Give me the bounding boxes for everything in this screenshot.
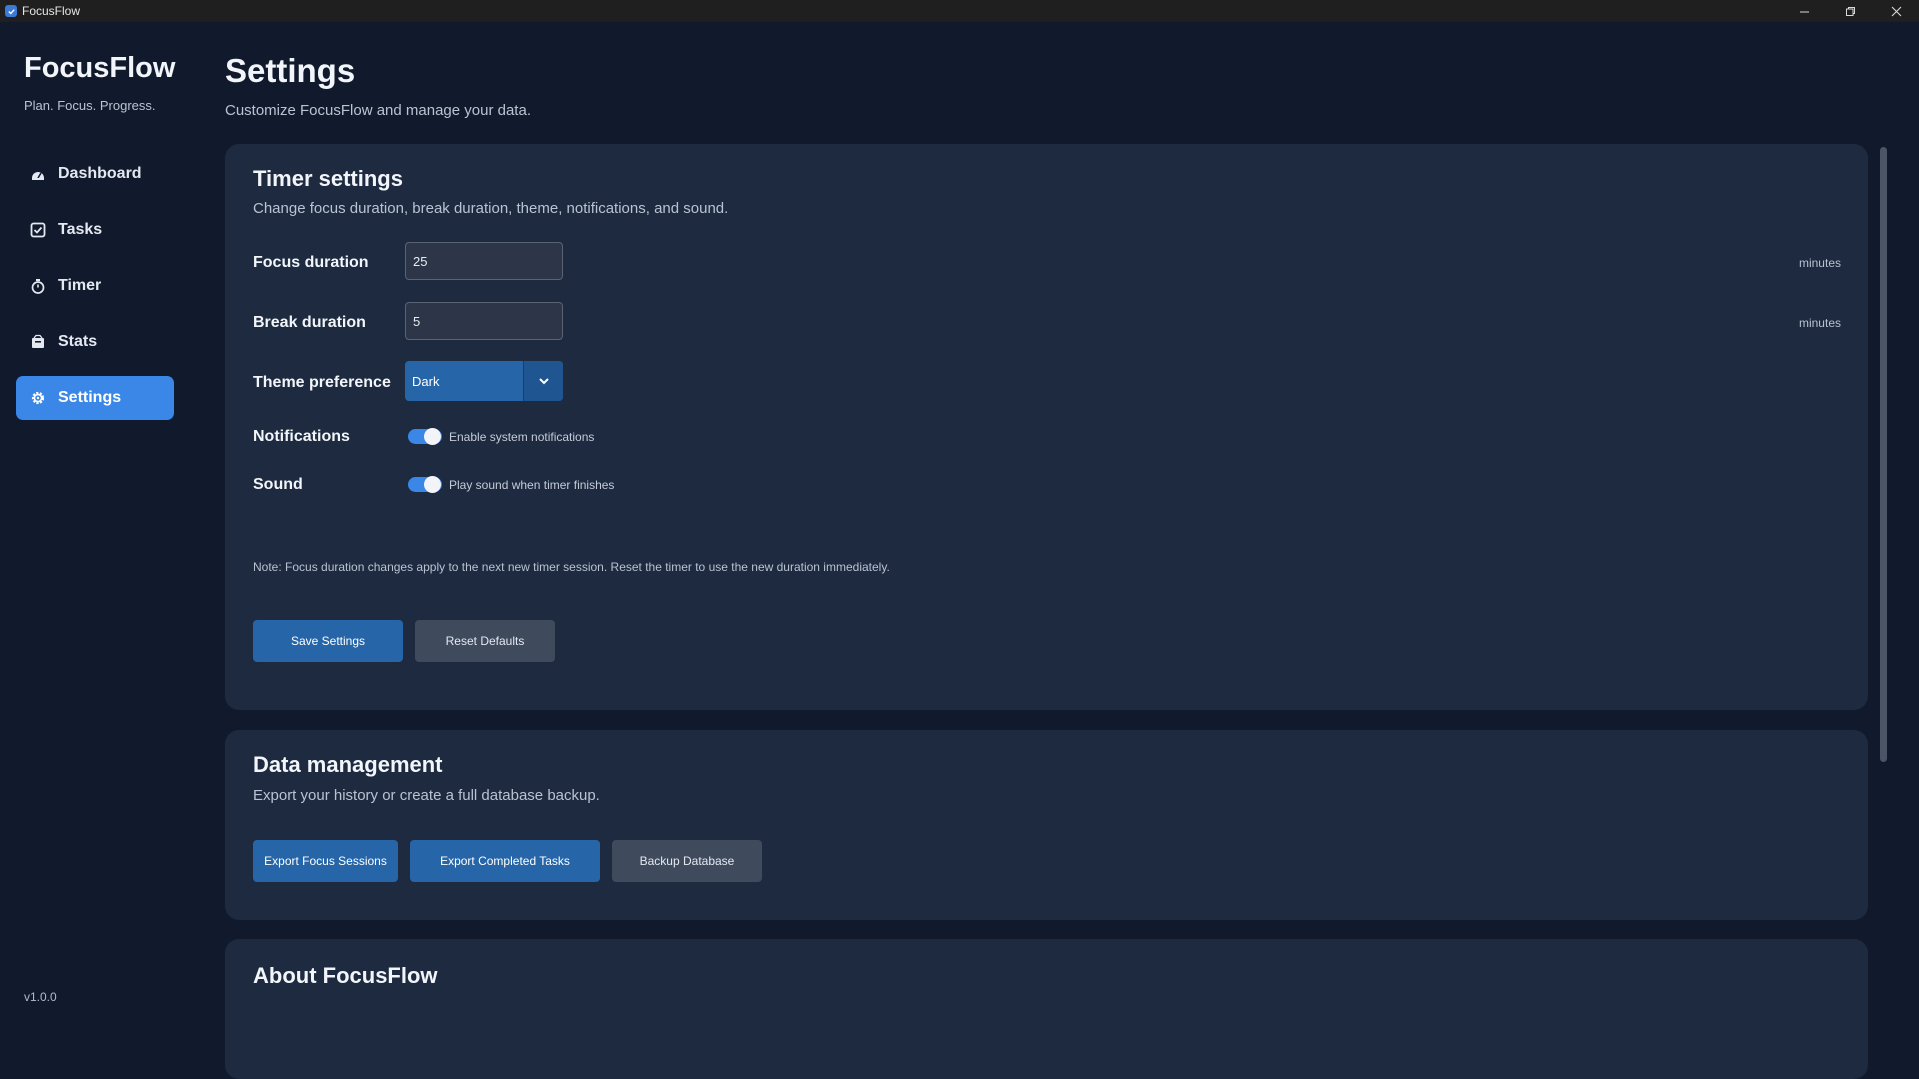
toggle-knob [424, 428, 441, 445]
window-title: FocusFlow [22, 4, 81, 18]
sidebar-item-stats[interactable]: Stats [16, 320, 174, 364]
sound-toggle-text: Play sound when timer finishes [449, 477, 615, 492]
theme-select-dropdown-button[interactable] [523, 361, 563, 401]
export-completed-tasks-button[interactable]: Export Completed Tasks [410, 840, 600, 882]
reset-defaults-button[interactable]: Reset Defaults [415, 620, 555, 662]
checkbox-icon [30, 222, 46, 238]
focus-duration-unit: minutes [1798, 256, 1841, 270]
notifications-toggle[interactable] [408, 428, 442, 445]
backup-database-button[interactable]: Backup Database [612, 840, 762, 882]
sidebar-nav: Dashboard Tasks Timer Stats Settings [16, 152, 174, 432]
app-logo-icon [5, 5, 17, 17]
sound-toggle-row: Play sound when timer finishes [408, 476, 615, 493]
sidebar-item-timer[interactable]: Timer [16, 264, 174, 308]
break-duration-label: Break duration [253, 314, 366, 331]
title-bar: FocusFlow [0, 0, 1919, 22]
save-settings-button[interactable]: Save Settings [253, 620, 403, 662]
sound-toggle[interactable] [408, 476, 442, 493]
sidebar-item-label: Tasks [58, 221, 103, 238]
sidebar-item-label: Dashboard [58, 165, 142, 182]
restore-icon [1845, 6, 1855, 16]
toggle-knob [424, 476, 441, 493]
dashboard-icon [30, 166, 46, 182]
version-label: v1.0.0 [24, 990, 57, 1004]
about-card: About FocusFlow [225, 939, 1868, 1079]
brand-tagline: Plan. Focus. Progress. [24, 98, 156, 113]
theme-select-value: Dark [412, 373, 440, 389]
brand-title: FocusFlow [24, 52, 176, 84]
notifications-toggle-row: Enable system notifications [408, 428, 595, 445]
focus-duration-label: Focus duration [253, 254, 369, 271]
about-title: About FocusFlow [253, 963, 438, 988]
sidebar-item-label: Stats [58, 333, 98, 350]
page-title: Settings [225, 52, 356, 89]
timer-settings-card: Timer settings Change focus duration, br… [225, 144, 1868, 710]
notifications-toggle-text: Enable system notifications [449, 429, 595, 444]
break-duration-input[interactable] [405, 302, 563, 340]
minimize-button[interactable] [1781, 0, 1827, 22]
window-controls [1781, 0, 1919, 22]
sidebar: FocusFlow Plan. Focus. Progress. Dashboa… [0, 22, 198, 1032]
settings-note: Note: Focus duration changes apply to th… [253, 560, 890, 574]
sidebar-item-label: Timer [58, 277, 102, 294]
close-icon [1891, 6, 1901, 16]
chevron-down-icon [538, 378, 549, 385]
data-management-title: Data management [253, 752, 443, 777]
maximize-button[interactable] [1827, 0, 1873, 22]
data-management-card: Data management Export your history or c… [225, 730, 1868, 920]
stats-icon [30, 334, 46, 350]
gear-icon [30, 390, 46, 406]
break-duration-unit: minutes [1798, 316, 1841, 330]
main-scrollbar[interactable] [1880, 147, 1887, 762]
export-focus-sessions-button[interactable]: Export Focus Sessions [253, 840, 398, 882]
sidebar-item-settings[interactable]: Settings [16, 376, 174, 420]
main-content: Settings Customize FocusFlow and manage … [198, 22, 1919, 1079]
sidebar-item-label: Settings [58, 389, 122, 406]
data-management-description: Export your history or create a full dat… [253, 787, 600, 804]
timer-settings-description: Change focus duration, break duration, t… [253, 200, 729, 217]
timer-icon [30, 278, 46, 294]
sound-label: Sound [253, 476, 303, 493]
sidebar-item-tasks[interactable]: Tasks [16, 208, 174, 252]
focus-duration-input[interactable] [405, 242, 563, 280]
theme-preference-label: Theme preference [253, 374, 391, 391]
timer-settings-title: Timer settings [253, 166, 403, 191]
theme-select[interactable]: Dark [405, 361, 563, 401]
minimize-icon [1799, 11, 1809, 12]
close-button[interactable] [1873, 0, 1919, 22]
sidebar-item-dashboard[interactable]: Dashboard [16, 152, 174, 196]
page-subtitle: Customize FocusFlow and manage your data… [225, 102, 531, 119]
notifications-label: Notifications [253, 428, 350, 445]
